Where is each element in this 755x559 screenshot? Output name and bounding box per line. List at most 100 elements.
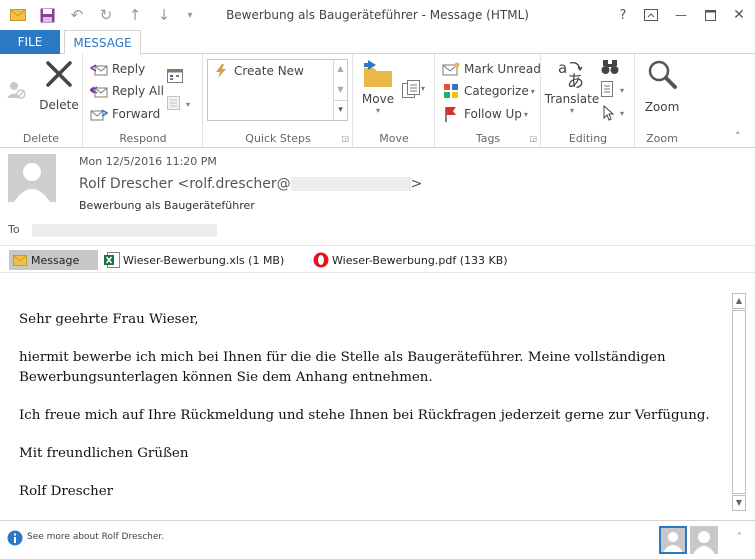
- body-scrollbar[interactable]: ▲ ▼: [732, 293, 746, 511]
- move-group-label: Move: [379, 132, 409, 145]
- follow-up-button[interactable]: Follow Up ▾: [442, 104, 528, 124]
- categorize-caret-icon: ▾: [530, 86, 535, 96]
- delete-x-icon: [46, 61, 72, 87]
- scroll-up-arrow-icon[interactable]: ▲: [732, 293, 746, 309]
- tab-file[interactable]: FILE: [0, 30, 60, 54]
- select-cursor-icon[interactable]: [603, 104, 615, 124]
- sender[interactable]: Rolf Drescher <rolf.drescher@ >: [79, 176, 422, 192]
- forward-button[interactable]: Forward: [90, 104, 160, 124]
- pdf-attachment-label: Wieser-Bewerbung.pdf (133 KB): [332, 253, 508, 267]
- move-caret-icon: ▾: [375, 106, 380, 115]
- editing-group: aあ Translate ▾ ▾ ▾ Editing: [542, 54, 635, 148]
- svg-text:a: a: [558, 59, 567, 77]
- pdf-opera-icon: [313, 252, 329, 268]
- respond-group-label: Respond: [119, 132, 167, 145]
- forward-icon: [90, 106, 108, 122]
- follow-up-caret-icon: ▾: [523, 109, 528, 119]
- zoom-label: Zoom: [644, 100, 680, 114]
- find-icon[interactable]: [601, 59, 619, 78]
- message-tab-label: Message: [31, 253, 80, 267]
- pdf-attachment[interactable]: Wieser-Bewerbung.pdf (133 KB): [313, 250, 508, 270]
- create-new-label: Create New: [234, 64, 304, 78]
- minimize-button[interactable]: —: [668, 4, 694, 26]
- move-folder-icon: [364, 60, 392, 87]
- reply-all-button[interactable]: Reply All: [90, 81, 164, 101]
- tags-launcher-icon[interactable]: ◲: [529, 134, 537, 143]
- zoom-group-label: Zoom: [646, 132, 678, 145]
- ignore-icon[interactable]: [6, 80, 26, 100]
- scroll-thumb[interactable]: [732, 310, 746, 494]
- quick-steps-gallery[interactable]: Create New ▲ ▼ ▾: [207, 59, 348, 121]
- delete-group: Delete Delete: [0, 54, 83, 148]
- move-group: Move ▾ ▾ Move: [354, 54, 435, 148]
- close-button[interactable]: ✕: [726, 4, 752, 26]
- zoom-group: Zoom Zoom: [636, 54, 688, 148]
- delete-button[interactable]: Delete: [39, 58, 79, 112]
- sender-avatar: [8, 154, 56, 202]
- svg-text:あ: あ: [567, 72, 584, 90]
- sent-date: Mon 12/5/2016 11:20 PM: [79, 155, 217, 168]
- mark-unread-label: Mark Unread: [464, 62, 541, 76]
- reply-all-label: Reply All: [112, 84, 164, 98]
- xls-attachment[interactable]: Wieser-Bewerbung.xls (1 MB): [104, 250, 284, 270]
- move-button[interactable]: Move ▾: [358, 58, 398, 115]
- xls-attachment-label: Wieser-Bewerbung.xls (1 MB): [123, 253, 285, 267]
- quick-steps-group-label: Quick Steps: [245, 132, 311, 145]
- scroll-down-arrow-icon[interactable]: ▼: [732, 495, 746, 511]
- mark-unread-icon: [442, 61, 460, 77]
- expand-gallery-icon[interactable]: ▾: [334, 100, 347, 119]
- more-respond-icon[interactable]: [167, 96, 183, 113]
- sender-close: >: [410, 176, 423, 192]
- actions-caret-icon: ▾: [421, 84, 426, 93]
- quick-steps-scroll[interactable]: ▲ ▼ ▾: [333, 60, 347, 120]
- reply-button[interactable]: Reply: [90, 59, 145, 79]
- meeting-icon[interactable]: [167, 67, 183, 86]
- body-paragraph-1: hiermit bewerbe ich mich bei Ihnen für d…: [19, 350, 666, 385]
- message-body[interactable]: Sehr geehrte Frau Wieser, hiermit bewerb…: [0, 287, 732, 515]
- categorize-label: Categorize: [464, 84, 529, 98]
- person-avatar[interactable]: [690, 526, 718, 554]
- actions-icon[interactable]: [402, 80, 420, 101]
- expand-people-pane-icon[interactable]: ˄: [737, 532, 742, 543]
- delete-label: Delete: [39, 98, 79, 112]
- translate-button[interactable]: aあ Translate ▾: [545, 58, 600, 115]
- related-icon[interactable]: [601, 81, 615, 100]
- redacted-recipient: [32, 224, 217, 237]
- quick-steps-launcher-icon[interactable]: ◲: [341, 134, 349, 143]
- envelope-icon: [13, 254, 27, 266]
- categorize-button[interactable]: Categorize ▾: [442, 81, 535, 101]
- scroll-down-icon[interactable]: ▼: [334, 80, 347, 100]
- attachments-row: Message Wieser-Bewerbung.xls (1 MB) Wies…: [0, 245, 755, 273]
- closing: Mit freundlichen Grüßen: [19, 446, 189, 461]
- create-new-button[interactable]: Create New: [212, 61, 304, 81]
- body-paragraph-2: Ich freue mich auf Ihre Rückmeldung und …: [19, 408, 710, 423]
- flag-icon: [442, 106, 460, 122]
- mark-unread-button[interactable]: Mark Unread: [442, 59, 541, 79]
- to-label: To: [8, 223, 20, 236]
- zoom-button[interactable]: Zoom: [642, 58, 682, 114]
- greeting: Sehr geehrte Frau Wieser,: [19, 312, 199, 327]
- quick-steps-group: Create New ▲ ▼ ▾ Quick Steps ◲: [204, 54, 353, 148]
- lightning-icon: [212, 63, 230, 79]
- people-pane-footer: See more about Rolf Drescher. ˄: [0, 520, 755, 559]
- tab-message[interactable]: MESSAGE: [64, 30, 141, 55]
- delete-group-label: Delete: [22, 132, 60, 145]
- help-button[interactable]: ?: [610, 4, 636, 26]
- magnifier-icon: [648, 60, 677, 89]
- related-caret-icon: ▾: [620, 86, 625, 95]
- person-avatar-selected[interactable]: [659, 526, 687, 554]
- ribbon-display-options-icon[interactable]: [638, 4, 664, 26]
- message-attachment-tab[interactable]: Message: [9, 250, 98, 270]
- select-caret-icon: ▾: [620, 109, 625, 118]
- people-pane-text[interactable]: See more about Rolf Drescher.: [27, 532, 164, 542]
- maximize-button[interactable]: [697, 4, 723, 26]
- tags-group: Mark Unread Categorize ▾ Follow Up ▾ Tag…: [436, 54, 541, 148]
- move-label: Move: [361, 92, 395, 106]
- tags-group-label: Tags: [475, 132, 501, 145]
- redacted-domain: [290, 177, 411, 191]
- info-icon: [7, 530, 23, 549]
- collapse-ribbon-icon[interactable]: ˄: [735, 130, 741, 143]
- reply-label: Reply: [112, 62, 146, 76]
- scroll-up-icon[interactable]: ▲: [334, 60, 347, 80]
- editing-group-label: Editing: [568, 132, 608, 145]
